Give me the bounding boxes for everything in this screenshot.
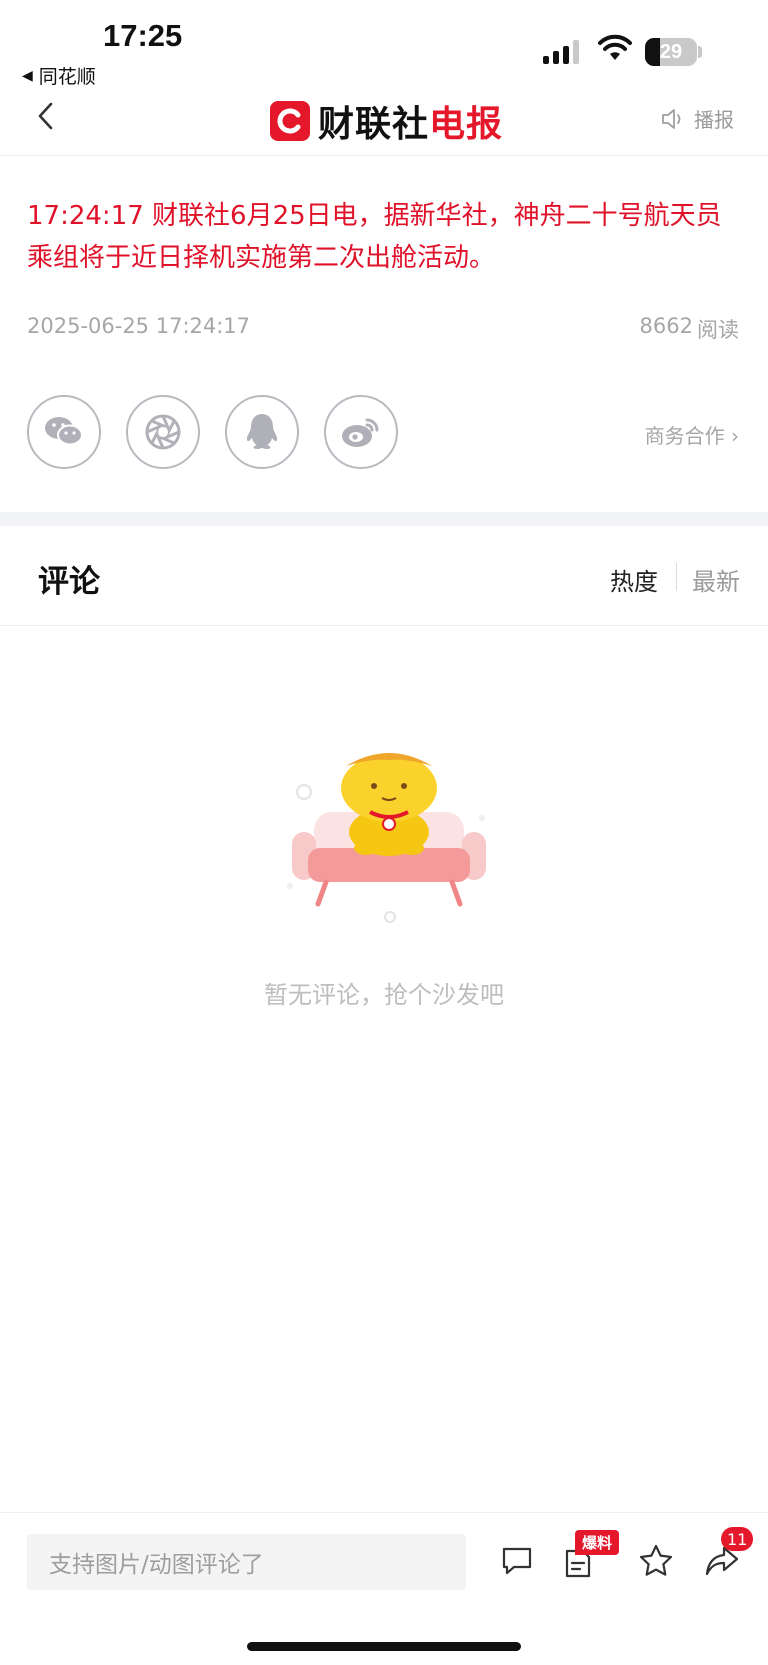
comments-button[interactable] xyxy=(497,1540,537,1582)
broadcast-label: 播报 xyxy=(694,108,734,132)
share-weibo-button[interactable] xyxy=(324,395,398,469)
logo-text: 财联社电报 xyxy=(318,95,503,147)
business-cooperation-link[interactable]: 商务合作 › xyxy=(645,420,739,449)
back-to-app-link[interactable]: ◀ 同花顺 xyxy=(22,62,96,89)
comments-title: 评论 xyxy=(38,564,100,600)
sort-by-newest-tab[interactable]: 最新 xyxy=(692,562,740,597)
read-count: 8662 阅读 xyxy=(640,314,739,344)
home-indicator xyxy=(247,1642,521,1651)
logo-accent-text: 电报 xyxy=(429,104,504,145)
nav-divider xyxy=(0,155,768,156)
sort-by-hot-tab[interactable]: 热度 xyxy=(610,562,658,597)
moments-icon xyxy=(145,414,181,450)
speaker-icon xyxy=(662,108,681,129)
share-row xyxy=(27,395,398,469)
publish-time: 2025-06-25 17:24:17 xyxy=(27,314,251,338)
status-time: 17:25 xyxy=(103,18,183,53)
broadcast-button[interactable]: 播报 xyxy=(660,104,734,133)
share-qq-button[interactable] xyxy=(225,395,299,469)
empty-sofa-mascot-illustration xyxy=(287,753,486,923)
comments-divider xyxy=(0,625,768,626)
star-icon xyxy=(639,1544,673,1576)
wifi-icon xyxy=(598,34,632,60)
empty-comments-text: 暂无评论，抢个沙发吧 xyxy=(264,981,504,1009)
comment-input[interactable]: 支持图片/动图评论了 xyxy=(27,1534,466,1590)
bottom-bar-divider xyxy=(0,1512,768,1513)
battery-level: 29 xyxy=(659,40,683,63)
back-triangle-icon: ◀ xyxy=(22,67,33,84)
read-count-value: 8662 xyxy=(639,314,693,338)
read-count-label: 阅读 xyxy=(697,318,739,342)
cls-logo-mark-icon xyxy=(270,101,310,141)
share-wechat-button[interactable] xyxy=(27,395,101,469)
wechat-icon xyxy=(45,417,83,446)
logo-main-text: 财联社 xyxy=(318,104,430,145)
back-app-label: 同花顺 xyxy=(38,66,96,88)
back-button[interactable] xyxy=(36,96,66,136)
weibo-icon xyxy=(342,418,379,447)
comment-bubble-icon xyxy=(502,1547,532,1575)
news-tip-badge: 爆料 xyxy=(575,1530,620,1555)
cls-telegraph-logo: 财联社电报 xyxy=(270,95,503,147)
share-count-badge: 11 xyxy=(721,1527,754,1551)
favorite-button[interactable] xyxy=(636,1540,676,1582)
share-moments-button[interactable] xyxy=(126,395,200,469)
sort-divider xyxy=(676,563,677,591)
telegraph-headline: 17:24:17 财联社6月25日电，据新华社，神舟二十号航天员乘组将于近日择机… xyxy=(27,201,722,273)
chevron-left-icon xyxy=(38,102,53,130)
section-separator xyxy=(0,512,768,526)
battery-tip xyxy=(698,46,702,58)
cellular-signal-icon xyxy=(543,40,579,64)
battery-icon: 29 xyxy=(645,38,697,66)
qq-icon xyxy=(246,414,278,449)
